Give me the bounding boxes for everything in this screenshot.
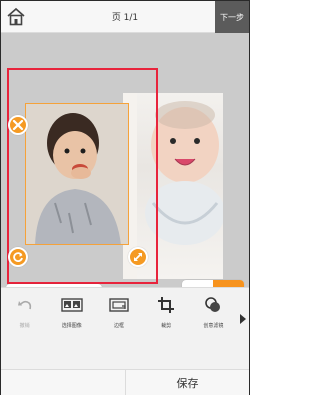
select-image-button[interactable]: 选择图像 bbox=[52, 296, 92, 329]
filter-icon bbox=[205, 297, 221, 312]
close-icon bbox=[12, 119, 24, 131]
bottom-left-area bbox=[1, 370, 125, 395]
rotate-photo-button[interactable] bbox=[8, 247, 28, 267]
creative-filter-button[interactable]: 创意滤镜 bbox=[193, 296, 233, 329]
top-bar: 页 1/1 下一步 bbox=[1, 1, 249, 33]
frame-button[interactable]: 边框 bbox=[99, 296, 139, 329]
resize-icon bbox=[134, 253, 142, 261]
undo-icon bbox=[17, 300, 31, 310]
select-image-label: 选择图像 bbox=[61, 323, 82, 329]
undo-label: 撤销 bbox=[19, 323, 30, 329]
creative-filter-label: 创意滤镜 bbox=[203, 323, 224, 329]
bottom-bar: 保存 bbox=[1, 369, 249, 395]
frame-icon bbox=[109, 298, 129, 312]
page-title: 页 1/1 bbox=[111, 13, 139, 23]
crop-button[interactable]: 裁剪 bbox=[146, 296, 186, 329]
chevron-right-icon bbox=[240, 314, 246, 324]
rotate-icon bbox=[13, 252, 23, 262]
edit-toolbar: 撤销 选择图像 边框 裁剪 创意滤镜 bbox=[1, 287, 249, 369]
toolbar-scroll-right[interactable] bbox=[239, 312, 247, 326]
save-button[interactable]: 保存 bbox=[125, 370, 249, 395]
select-image-icon bbox=[61, 298, 83, 312]
crop-icon bbox=[158, 297, 175, 313]
undo-button[interactable]: 撤销 bbox=[5, 296, 45, 329]
remove-photo-button[interactable] bbox=[8, 115, 28, 135]
resize-photo-handle[interactable] bbox=[128, 247, 148, 267]
crop-label: 裁剪 bbox=[161, 323, 172, 329]
next-button[interactable]: 下一步 bbox=[215, 1, 249, 33]
frame-label: 边框 bbox=[113, 323, 124, 329]
